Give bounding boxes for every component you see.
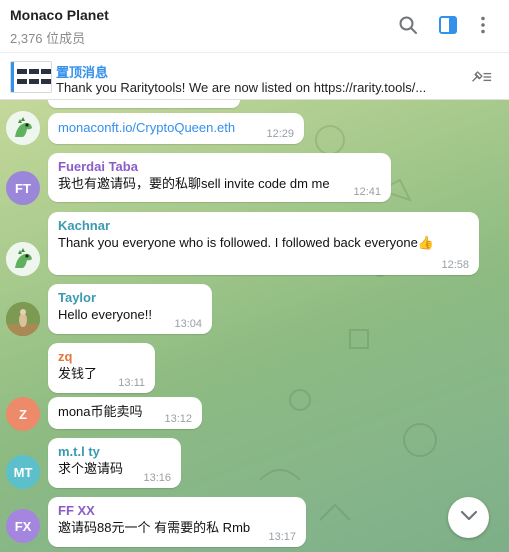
avatar[interactable]: FX — [6, 509, 40, 543]
avatar[interactable]: MT — [6, 455, 40, 489]
avatar[interactable] — [6, 111, 40, 145]
sender-name[interactable]: m.t.l ty — [58, 444, 171, 460]
message-time: 12:29 — [266, 128, 294, 140]
message-text: 邀请码88元一个 有需要的私 Rmb — [58, 520, 251, 535]
message-bubble[interactable]: zq 发钱了 13:11 — [48, 343, 155, 393]
message-list[interactable]: monaconft.io/CryptoQueen.eth 12:29 FT Fu… — [0, 100, 509, 552]
previous-message-bubble[interactable] — [48, 100, 240, 108]
unpin-list-icon[interactable] — [470, 66, 492, 88]
message-bubble[interactable]: monaconft.io/CryptoQueen.eth 12:29 — [48, 113, 304, 144]
pinned-text: Thank you Raritytools! We are now listed… — [56, 80, 427, 95]
message-text: 我也有邀请码，要的私聊sell invite code dm me — [58, 176, 330, 191]
message-bubble[interactable]: Fuerdai Taba 我也有邀请码，要的私聊sell invite code… — [48, 153, 391, 202]
message-text: Thank you everyone who is followed. I fo… — [58, 235, 435, 250]
avatar[interactable] — [6, 302, 40, 336]
scroll-to-bottom-button[interactable] — [448, 497, 489, 538]
avatar[interactable]: Z — [6, 397, 40, 431]
avatar[interactable]: FT — [6, 171, 40, 205]
message-bubble[interactable]: m.t.l ty 求个邀请码 13:16 — [48, 438, 181, 488]
message-time: 12:58 — [441, 259, 469, 271]
message-bubble[interactable]: Kachnar Thank you everyone who is follow… — [48, 212, 479, 275]
message-time: 13:16 — [143, 472, 171, 484]
sender-name[interactable]: Taylor — [58, 290, 202, 306]
message-time: 13:04 — [174, 318, 202, 330]
message-bubble[interactable]: mona币能卖吗 13:12 — [48, 397, 202, 429]
message-time: 13:17 — [268, 531, 296, 543]
chevron-down-icon — [460, 509, 478, 527]
message-time: 13:12 — [164, 413, 192, 425]
message-text[interactable]: monaconft.io/CryptoQueen.eth — [58, 119, 294, 137]
avatar[interactable] — [6, 242, 40, 276]
pinned-thumbnail — [10, 61, 52, 93]
chat-title[interactable]: Monaco Planet — [10, 7, 109, 23]
sender-name[interactable]: FF XX — [58, 503, 296, 519]
message-time: 12:41 — [353, 186, 381, 198]
sender-name[interactable]: Fuerdai Taba — [58, 159, 381, 175]
more-vertical-icon[interactable] — [472, 14, 494, 36]
sender-name[interactable]: zq — [58, 349, 145, 365]
search-icon[interactable] — [397, 14, 419, 36]
pinned-message-bar[interactable]: 置顶消息 Thank you Raritytools! We are now l… — [0, 52, 509, 100]
chat-header: Monaco Planet 2,376 位成员 — [0, 0, 509, 52]
message-time: 13:11 — [118, 377, 145, 389]
message-bubble[interactable]: Taylor Hello everyone!! 13:04 — [48, 284, 212, 334]
message-bubble[interactable]: FF XX 邀请码88元一个 有需要的私 Rmb 13:17 — [48, 497, 306, 547]
sender-name[interactable]: Kachnar — [58, 218, 469, 234]
pinned-title: 置顶消息 — [56, 65, 109, 80]
sidebar-toggle-icon[interactable] — [437, 14, 459, 36]
member-count: 2,376 位成员 — [10, 31, 86, 46]
